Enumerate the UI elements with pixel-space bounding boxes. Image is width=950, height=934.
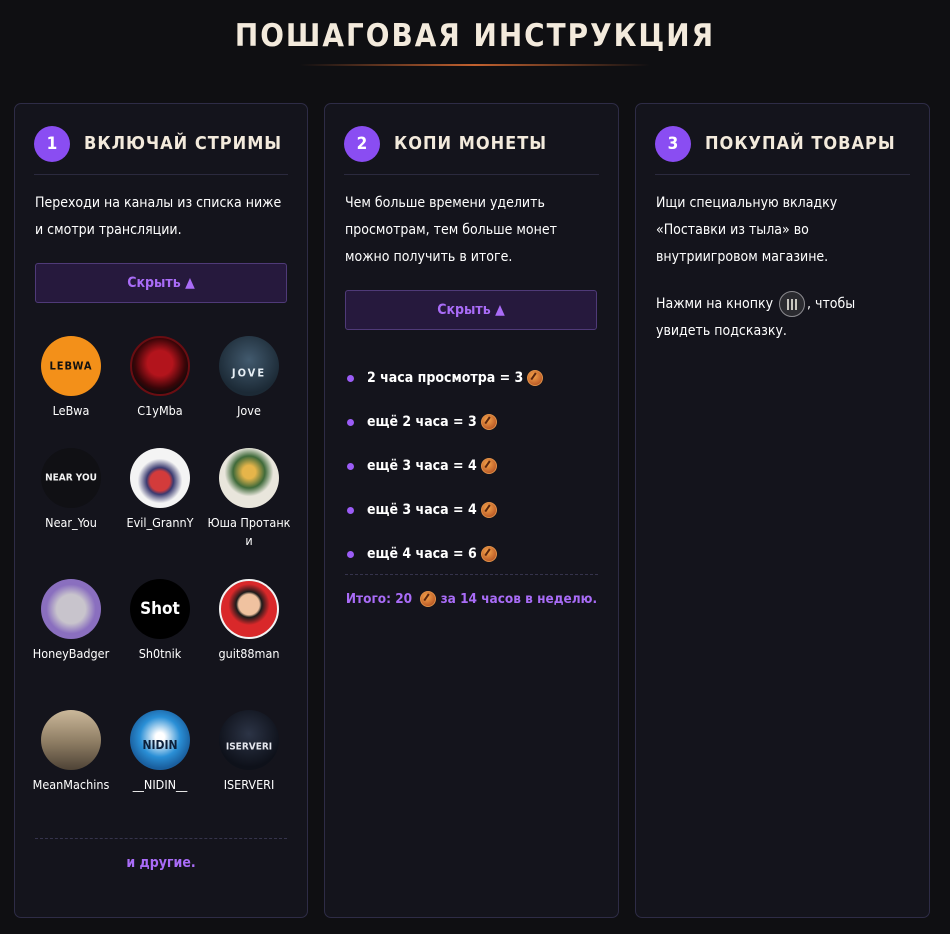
streamer-evil-granny[interactable]: Evil_GrannY [116, 448, 204, 532]
avatar [130, 448, 190, 508]
streamer-honeybadger[interactable]: HoneyBadger [27, 579, 115, 663]
streamer-c1ymba[interactable]: C1yMba [116, 336, 204, 420]
page-title: ПОШАГОВАЯ ИНСТРУКЦИЯ [234, 18, 716, 54]
coin-rate-list: 2 часа просмотра = 3 ещё 2 часа = 3 ещё … [345, 356, 544, 576]
streamer-name: Sh0tnik [138, 646, 182, 661]
streamer-name: Near_You [45, 515, 97, 530]
streamer-nidin[interactable]: NIDIN __NIDIN__ [116, 710, 204, 794]
streamer-yusha-protanki[interactable]: Юша Протанки [205, 448, 293, 550]
step-1-card: 1 ВКЛЮЧАЙ СТРИМЫ Переходи на каналы из с… [14, 103, 308, 918]
step-2-header: 2 КОПИ МОНЕТЫ [344, 126, 599, 175]
rate-item: ещё 3 часа = 4 [345, 488, 543, 532]
streamer-iserveri[interactable]: ISERVERI ISERVERI [205, 710, 293, 794]
rate-text: ещё 2 часа = 3 [367, 414, 477, 430]
avatar-logo-text: JOVE [231, 366, 267, 380]
coin-icon [480, 458, 497, 474]
rate-item: ещё 2 часа = 3 [345, 400, 543, 444]
avatar-logo-text: ISERVERI [225, 741, 273, 753]
avatar-logo-text: Shot [140, 599, 180, 619]
streamer-near-you[interactable]: NEAR YOU Near_You [27, 448, 115, 532]
step-2-description: Чем больше времени уделить просмотрам, т… [345, 195, 557, 265]
step-3-number-badge: 3 [655, 126, 691, 162]
total-summary: Итого: 20 за 14 часов в неделю. [325, 591, 618, 607]
step-1-title: ВКЛЮЧАЙ СТРИМЫ [84, 133, 283, 154]
step-1-header: 1 ВКЛЮЧАЙ СТРИМЫ [34, 126, 288, 175]
coin-icon [480, 546, 497, 562]
streamer-name: guit88man [218, 646, 280, 661]
avatar [219, 448, 279, 508]
others-label: и другие. [126, 855, 196, 871]
streamer-name: LeBwa [52, 403, 90, 418]
streamer-name: Jove [237, 403, 261, 418]
streamer-meanmachins[interactable]: MeanMachins [27, 710, 115, 794]
step-2-card: 2 КОПИ МОНЕТЫ Чем больше времени уделить… [324, 103, 619, 918]
streamer-jove[interactable]: JOVE Jove [205, 336, 293, 420]
streamer-name: Юша Протанки [207, 515, 291, 548]
streamer-guit88man[interactable]: guit88man [205, 579, 293, 663]
avatar-logo-text: NEAR YOU [45, 472, 97, 484]
step-1-divider [35, 838, 287, 839]
map-icon[interactable] [779, 291, 806, 317]
avatar: Shot [130, 579, 190, 639]
avatar [41, 710, 101, 770]
rate-text: 2 часа просмотра = 3 [367, 370, 524, 386]
step-2-number-badge: 2 [344, 126, 380, 162]
coin-icon [420, 591, 437, 607]
rate-text: ещё 3 часа = 4 [367, 458, 477, 474]
hint-prefix: Нажми на кнопку [656, 296, 774, 312]
avatar-logo-text: LEBWA [49, 359, 93, 373]
rate-text: ещё 3 часа = 4 [367, 502, 477, 518]
avatar: NEAR YOU [41, 448, 101, 508]
avatar-logo-text: NIDIN [142, 737, 178, 752]
avatar: JOVE [219, 336, 279, 396]
step-3-hint: Нажми на кнопку , чтобы увидеть подсказк… [656, 291, 886, 345]
streamer-name: MeanMachins [32, 777, 110, 792]
rate-text: ещё 4 часа = 6 [367, 546, 477, 562]
step-1-description: Переходи на каналы из списка ниже и смот… [35, 195, 282, 238]
streamer-name: HoneyBadger [32, 646, 110, 661]
avatar [130, 336, 190, 396]
rate-item: ещё 4 часа = 6 [345, 532, 543, 576]
step-3-description: Ищи специальную вкладку «Поставки из тыл… [656, 195, 838, 265]
streamer-sh0tnik[interactable]: Shot Sh0tnik [116, 579, 204, 663]
avatar [41, 579, 101, 639]
step-1-hide-button[interactable]: Скрыть ▲ [35, 263, 287, 303]
streamer-lebwa[interactable]: LEBWA LeBwa [27, 336, 115, 420]
avatar: LEBWA [41, 336, 101, 396]
total-suffix: за 14 часов в неделю. [440, 591, 598, 607]
coin-icon [480, 502, 497, 518]
streamer-name: Evil_GrannY [126, 515, 194, 530]
step-3-card: 3 ПОКУПАЙ ТОВАРЫ Ищи специальную вкладку… [635, 103, 930, 918]
step-3-header: 3 ПОКУПАЙ ТОВАРЫ [655, 126, 910, 175]
step-1-number-badge: 1 [34, 126, 70, 162]
streamer-name: __NIDIN__ [132, 777, 188, 792]
rate-item: 2 часа просмотра = 3 [345, 356, 544, 400]
step-3-title: ПОКУПАЙ ТОВАРЫ [705, 133, 896, 154]
coin-icon [480, 414, 497, 430]
coin-icon [527, 370, 544, 386]
step-2-divider [345, 574, 598, 575]
rate-item: ещё 3 часа = 4 [345, 444, 543, 488]
step-2-hide-button[interactable]: Скрыть ▲ [345, 290, 597, 330]
title-underline [300, 64, 650, 66]
streamer-name: C1yMba [137, 403, 183, 418]
total-prefix: Итого: 20 [345, 591, 413, 607]
avatar [219, 579, 279, 639]
avatar: ISERVERI [219, 710, 279, 770]
step-2-title: КОПИ МОНЕТЫ [394, 133, 548, 154]
avatar: NIDIN [130, 710, 190, 770]
streamer-name: ISERVERI [223, 777, 275, 792]
